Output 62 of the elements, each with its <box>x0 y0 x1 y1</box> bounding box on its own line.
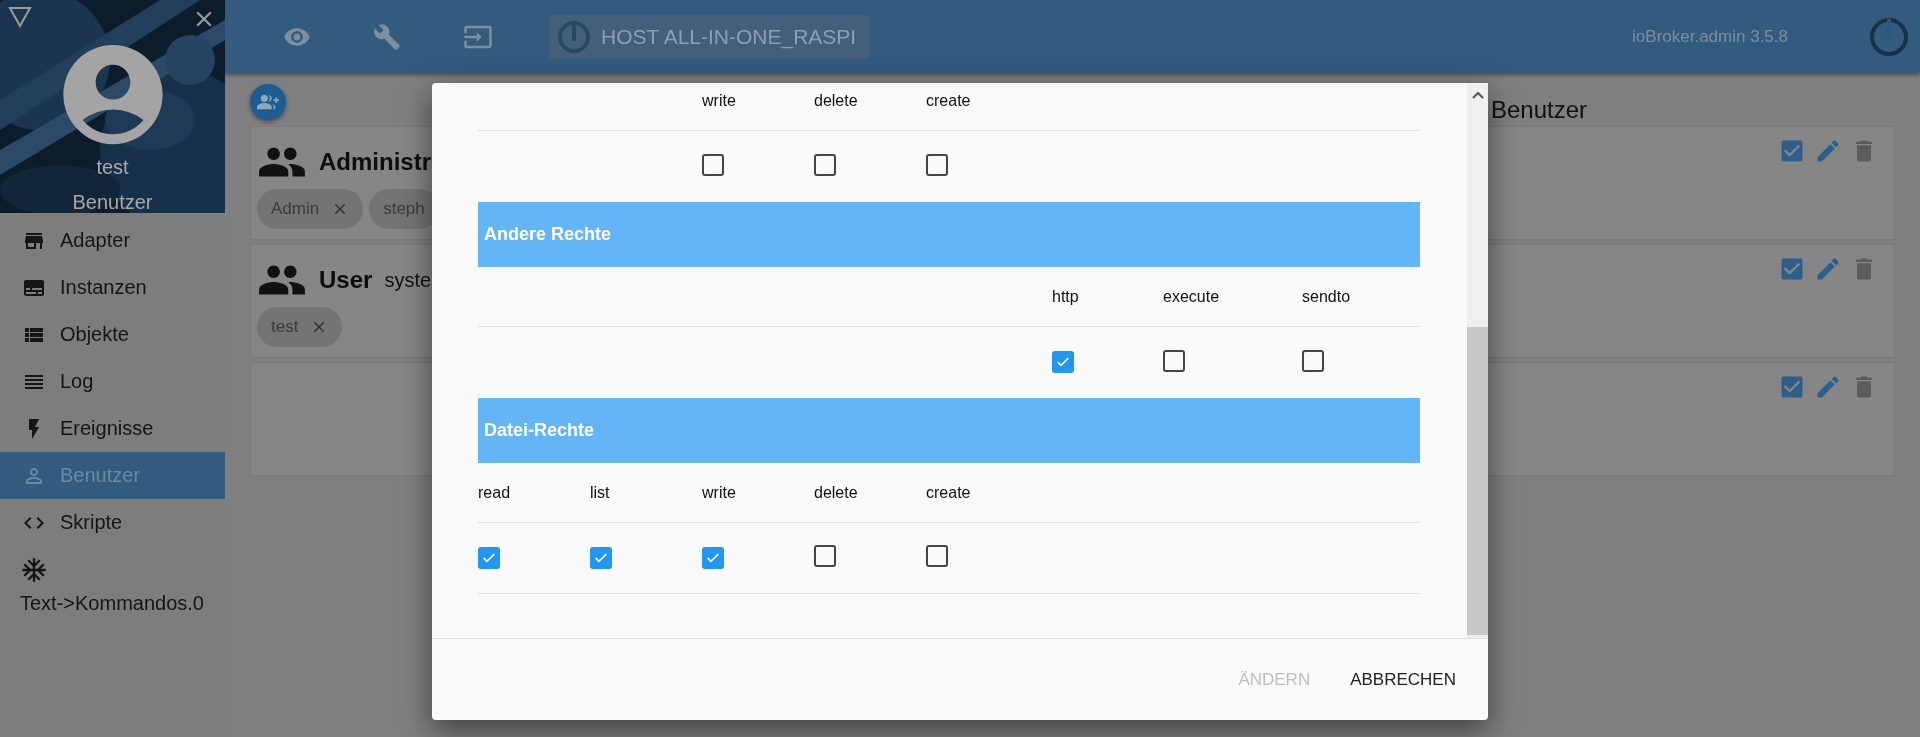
column-label: execute <box>1163 287 1221 306</box>
scroll-up-icon[interactable] <box>1471 91 1484 99</box>
column-label: delete <box>814 91 859 110</box>
host-selector[interactable]: HOST ALL-IN-ONE_RASPI <box>549 14 871 59</box>
column-label: http <box>1052 287 1080 306</box>
checkbox[interactable] <box>926 153 948 176</box>
snowflake-icon <box>20 556 48 584</box>
sidebar-item-label: Instanzen <box>60 276 147 299</box>
member-name: steph <box>383 199 425 219</box>
sidebar-item[interactable]: Instanzen <box>0 264 225 311</box>
sidebar-item[interactable]: Log <box>0 358 225 405</box>
wrench-icon[interactable] <box>373 22 401 51</box>
member-name: test <box>271 317 299 337</box>
section-header: Datei-Rechte <box>478 398 1420 463</box>
column-label: create <box>926 91 972 110</box>
column-label: read <box>478 483 512 502</box>
logo-icon <box>557 19 591 54</box>
checkbox[interactable] <box>1163 349 1185 372</box>
sidebar-item-label: Benutzer <box>60 464 141 487</box>
user-group: Benutzer <box>72 191 153 213</box>
sidebar-item[interactable]: Adapter <box>0 217 225 264</box>
checkbox[interactable] <box>590 546 612 569</box>
checkbox[interactable] <box>1052 351 1074 373</box>
checkbox[interactable] <box>814 153 836 176</box>
scrollbar[interactable] <box>1467 83 1488 638</box>
sidebar-item[interactable]: Text->Kommandos.0 <box>0 546 225 615</box>
column-label: write <box>702 91 737 110</box>
version-label: ioBroker.admin 3.5.8 <box>1632 26 1788 47</box>
sidebar-item-label: Adapter <box>60 229 131 252</box>
section-header: Andere Rechte <box>478 202 1420 267</box>
sidebar-item-label: Skripte <box>60 511 123 534</box>
column-label: sendto <box>1302 287 1352 306</box>
add-group-button[interactable] <box>250 84 286 120</box>
logo-icon[interactable] <box>1868 15 1910 58</box>
sidebar-item-label: Text->Kommandos.0 <box>20 592 204 615</box>
checkbox[interactable] <box>702 546 724 569</box>
column-label: create <box>926 483 972 502</box>
sidebar-item-label: Objekte <box>60 323 129 346</box>
host-name: HOST ALL-IN-ONE_RASPI <box>601 24 857 49</box>
user-name: test <box>96 156 129 178</box>
sidebar-item[interactable]: Skripte <box>0 499 225 546</box>
column-label: list <box>590 483 611 502</box>
panel-title: Benutzer <box>1491 95 1589 124</box>
group-title: User <box>319 266 373 294</box>
checkbox[interactable] <box>926 545 948 567</box>
column-label: write <box>702 483 737 502</box>
member-chip[interactable]: Admin <box>257 189 364 229</box>
member-name: Admin <box>271 199 320 219</box>
member-chip[interactable]: test <box>257 307 343 347</box>
checkbox[interactable] <box>702 153 724 176</box>
sidebar-item-label: Log <box>60 370 94 393</box>
group-description: syste <box>384 268 432 292</box>
checkbox[interactable] <box>1302 349 1324 372</box>
sidebar-item-label: Ereignisse <box>60 417 154 440</box>
triangle-icon[interactable] <box>8 6 32 28</box>
dialog-button[interactable]: ABBRECHEN <box>1340 661 1466 698</box>
checkbox[interactable] <box>478 546 500 569</box>
checkbox[interactable] <box>814 545 836 567</box>
column-label: delete <box>814 483 859 502</box>
sidebar-item[interactable]: Ereignisse <box>0 405 225 452</box>
sidebar-item[interactable]: Objekte <box>0 311 225 358</box>
group-title: Administr <box>319 148 431 176</box>
